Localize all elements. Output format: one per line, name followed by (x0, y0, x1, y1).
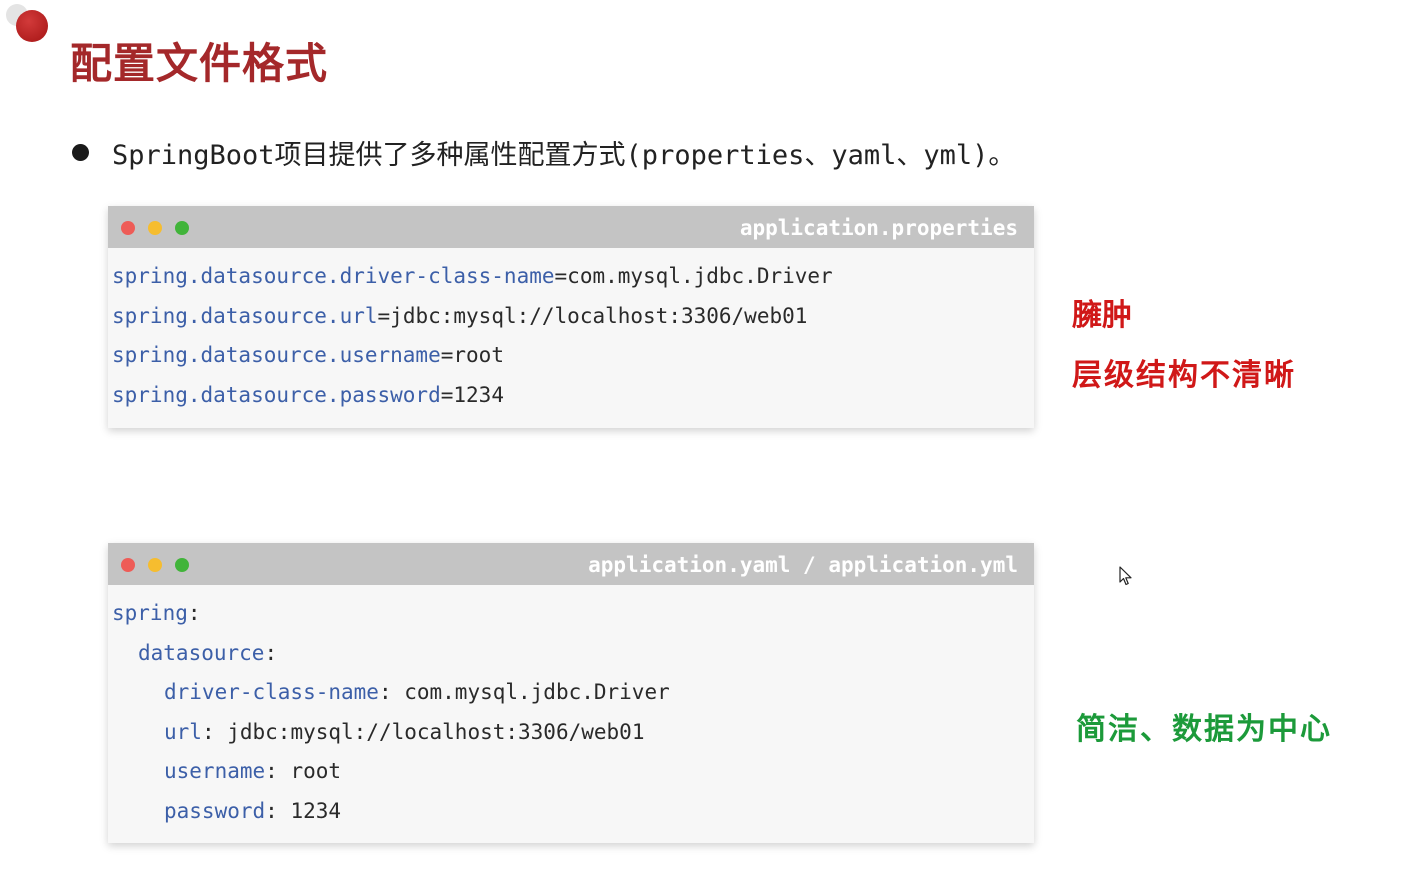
code-separator: : (378, 680, 405, 704)
code-separator: : (265, 759, 291, 783)
code-line: password: 1234 (112, 797, 1034, 837)
properties-note-unclear-hierarchy: 层级结构不清晰 (1072, 358, 1296, 393)
yaml-code-body: spring: datasource: driver-class-name: c… (108, 585, 1034, 836)
code-line: driver-class-name: com.mysql.jdbc.Driver (112, 678, 1034, 718)
title-decoration-red-dot (16, 10, 48, 42)
code-value: 1234 (290, 798, 342, 823)
properties-window-header: application.properties (108, 206, 1034, 248)
properties-code-body: spring.datasource.driver-class-name=com.… (108, 248, 1034, 420)
code-key: password (164, 798, 266, 823)
window-minimize-dot-icon (148, 221, 162, 235)
bullet-dot-icon (72, 144, 89, 161)
code-separator: = (440, 382, 454, 407)
code-line: spring.datasource.url=jdbc:mysql://local… (112, 302, 1034, 342)
code-line: spring: (112, 599, 1034, 639)
code-separator: : (187, 601, 201, 625)
code-separator: : (264, 640, 278, 665)
code-value: com.mysql.jdbc.Driver (567, 264, 833, 288)
yaml-note-concise: 简洁、数据为中心 (1076, 712, 1332, 747)
code-separator: = (440, 343, 454, 367)
window-maximize-dot-icon (175, 221, 189, 235)
code-key: spring.datasource.driver-class-name (112, 264, 555, 288)
yaml-code-window: application.yaml / application.yml sprin… (108, 543, 1034, 843)
window-maximize-dot-icon (175, 558, 189, 572)
properties-note-bloated: 臃肿 (1072, 298, 1132, 333)
code-separator: : (265, 798, 291, 823)
code-key: spring (112, 601, 188, 625)
code-key: url (164, 719, 202, 744)
yaml-window-header: application.yaml / application.yml (108, 543, 1034, 585)
properties-filename: application.properties (739, 216, 1018, 240)
code-key: username (164, 759, 266, 783)
code-value: 1234 (453, 382, 504, 407)
code-line: url: jdbc:mysql://localhost:3306/web01 (112, 718, 1034, 758)
properties-code-window: application.properties spring.datasource… (108, 206, 1034, 428)
code-separator: : (201, 719, 228, 744)
code-line: spring.datasource.username=root (112, 341, 1034, 381)
code-value: root (290, 759, 342, 783)
code-value: jdbc:mysql://localhost:3306/web01 (227, 719, 645, 744)
code-line: datasource: (112, 639, 1034, 679)
code-line: username: root (112, 757, 1034, 797)
code-line: spring.datasource.password=1234 (112, 381, 1034, 421)
bullet-text: SpringBoot项目提供了多种属性配置方式(properties、yaml、… (112, 140, 1016, 171)
code-key: spring.datasource.url (112, 303, 378, 328)
code-separator: = (554, 264, 568, 288)
code-key: spring.datasource.username (112, 343, 441, 367)
code-line: spring.datasource.driver-class-name=com.… (112, 262, 1034, 302)
code-key: driver-class-name (164, 680, 379, 704)
code-separator: = (377, 303, 391, 328)
window-close-dot-icon (121, 221, 135, 235)
window-close-dot-icon (121, 558, 135, 572)
yaml-filename: application.yaml / application.yml (588, 553, 1018, 577)
window-minimize-dot-icon (148, 558, 162, 572)
mouse-cursor-icon (1119, 566, 1132, 586)
page-title: 配置文件格式 (70, 39, 329, 88)
code-key: datasource (138, 640, 265, 665)
code-key: spring.datasource.password (112, 382, 441, 407)
code-value: root (453, 343, 504, 367)
code-value: com.mysql.jdbc.Driver (404, 680, 670, 704)
code-value: jdbc:mysql://localhost:3306/web01 (390, 303, 808, 328)
